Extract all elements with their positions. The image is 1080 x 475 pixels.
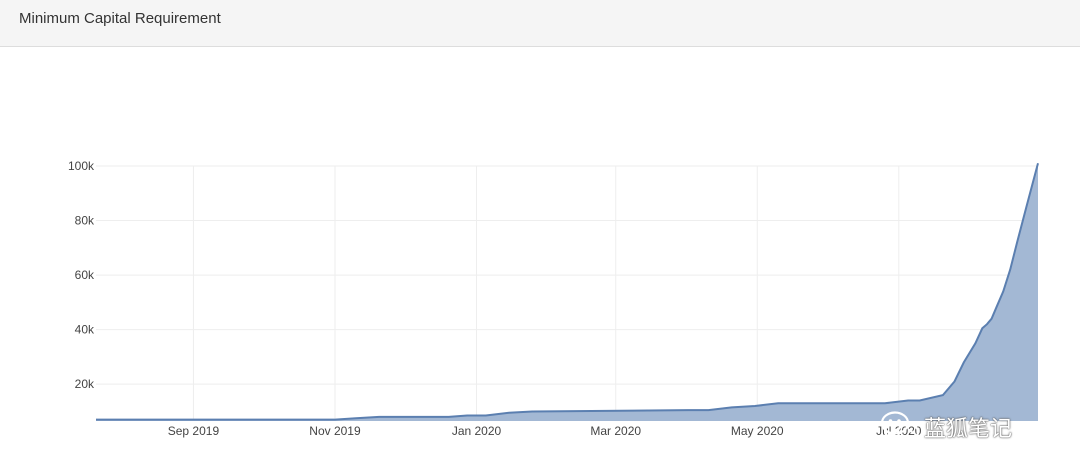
y-tick-label: 80k [75, 214, 95, 228]
chart-area[interactable]: 20k 40k 60k 80k 100k Sep 2019 Nov 2019 Jan 202… [0, 0, 1080, 475]
series-line [96, 163, 1039, 421]
x-tick-label: Jan 2020 [452, 424, 502, 438]
x-tick-label: Mar 2020 [590, 424, 641, 438]
y-tick-label: 100k [68, 159, 95, 173]
x-tick-label: May 2020 [731, 424, 784, 438]
y-axis-ticks: 20k 40k 60k 80k 100k [68, 159, 95, 391]
x-tick-label: Nov 2019 [309, 424, 361, 438]
grid [96, 165, 1038, 421]
y-tick-label: 60k [75, 268, 95, 282]
x-tick-label: Sep 2019 [168, 424, 220, 438]
watermark-text: 蓝狐笔记 [924, 417, 1013, 442]
x-axis-ticks: Sep 2019 Nov 2019 Jan 2020 Mar 2020 May 2020… [168, 424, 922, 438]
y-tick-label: 20k [75, 377, 95, 391]
series-area-fill [96, 163, 1038, 422]
y-tick-label: 40k [75, 323, 95, 337]
watermark: 蓝狐笔记 [880, 410, 1012, 444]
wechat-icon [880, 411, 920, 444]
